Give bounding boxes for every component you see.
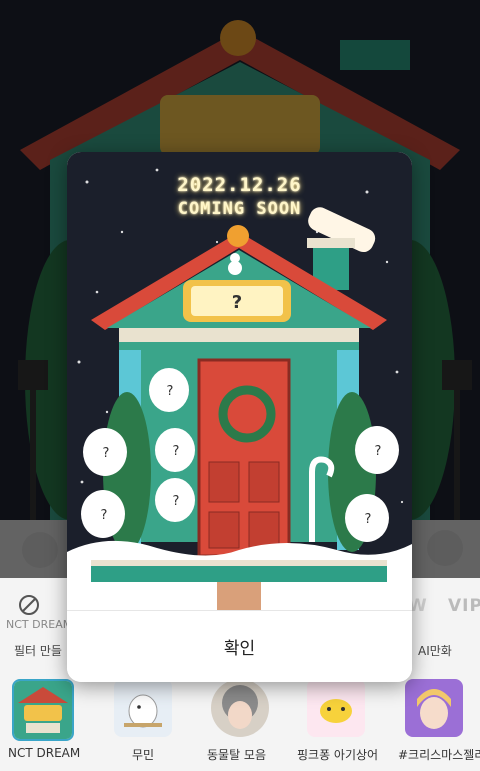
filter-category-left[interactable]: 필터 만들	[14, 642, 62, 659]
svg-text:?: ?	[365, 512, 372, 527]
vip-tag: VIP	[448, 596, 480, 616]
animal-hats-thumbnail	[211, 679, 269, 737]
filter-category-ai-comic[interactable]: AI만화	[418, 642, 452, 659]
svg-text:?: ?	[103, 446, 110, 461]
filter-label-nct-dream: NCT DREAM	[8, 746, 81, 760]
svg-text:?: ?	[232, 292, 242, 313]
release-date: 2022.12.26	[177, 174, 302, 196]
confirm-button[interactable]: 확인	[67, 611, 412, 682]
filter-thumb-christmas-jelly[interactable]	[405, 679, 463, 737]
modal-artwork: ? ? ? ? ? ? ? ? 2022.12.26 COMING SOON	[67, 152, 412, 610]
filter-thumb-moomin[interactable]	[114, 679, 172, 737]
candy-house-illustration: ? ??? ??? ?	[67, 168, 412, 610]
filter-label-christmas-jelly: #크리스마스젤리	[398, 748, 480, 762]
svg-text:?: ?	[101, 508, 108, 523]
filter-label-animal-hats: 동물탈 모음	[207, 748, 267, 762]
moomin-thumbnail	[114, 679, 172, 737]
filter-thumb-animal-hats[interactable]	[211, 679, 269, 737]
svg-text:?: ?	[167, 384, 174, 399]
filter-label-moomin: 무민	[132, 748, 155, 762]
filter-row-caption: NCT DREAM	[6, 618, 73, 631]
coming-soon-title: COMING SOON	[177, 199, 302, 219]
svg-text:?: ?	[173, 444, 180, 459]
no-filter-icon[interactable]	[18, 594, 40, 616]
pinkfong-thumbnail	[307, 679, 365, 737]
filter-thumb-nct-dream[interactable]	[12, 679, 74, 741]
filter-label-pinkfong: 핑크퐁 아기상어	[297, 748, 379, 762]
svg-text:?: ?	[173, 494, 180, 509]
filter-thumb-pinkfong[interactable]	[307, 679, 365, 737]
nct-dream-thumbnail	[14, 681, 72, 739]
coming-soon-modal: ? ? ? ? ? ? ? ? 2022.12.26 COMING SOON 확…	[67, 152, 412, 682]
christmas-jelly-thumbnail	[405, 679, 463, 737]
svg-text:?: ?	[375, 444, 382, 459]
